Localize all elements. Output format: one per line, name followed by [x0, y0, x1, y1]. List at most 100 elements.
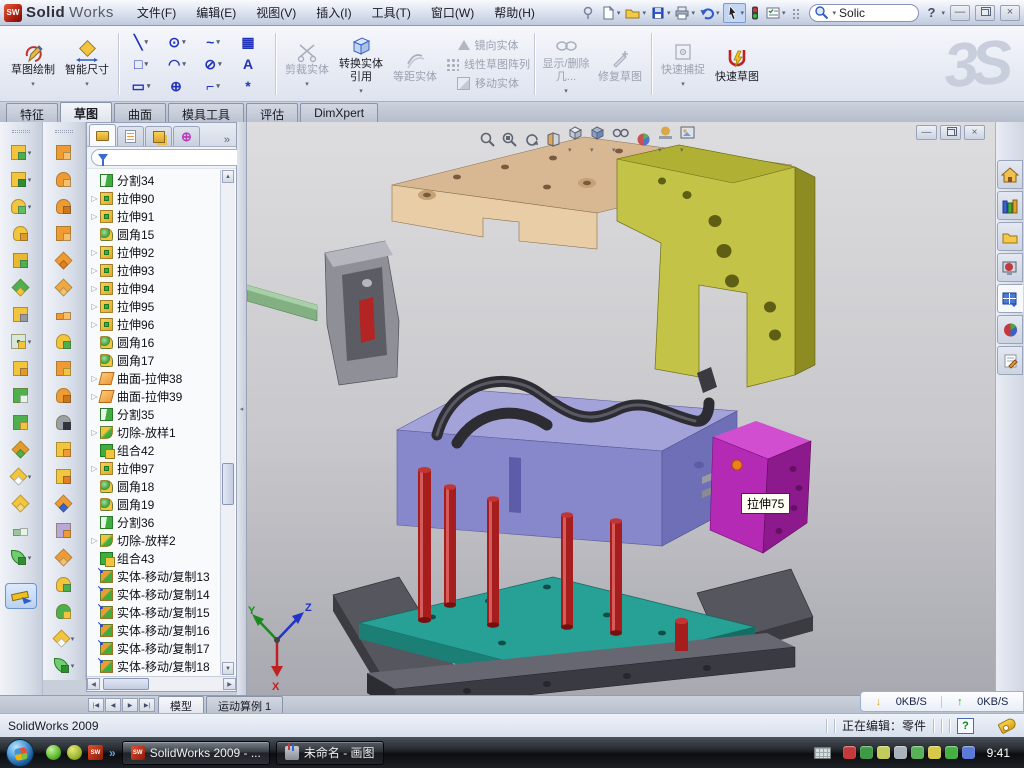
- toolbar-button[interactable]: [56, 469, 73, 484]
- search-box[interactable]: ▾ Solic: [809, 4, 919, 22]
- pin-icon[interactable]: [579, 3, 597, 23]
- menu-item[interactable]: 编辑(E): [187, 1, 245, 24]
- quick-launch-chevron[interactable]: »: [109, 746, 116, 760]
- appearances-tab[interactable]: [997, 315, 1023, 344]
- print-button[interactable]: ▾: [673, 3, 696, 23]
- trim-entities-button[interactable]: 剪裁实体 ▾: [280, 37, 334, 91]
- scroll-right-icon[interactable]: ▶: [223, 678, 236, 690]
- menu-item[interactable]: 插入(I): [307, 1, 360, 24]
- feature-tree-item[interactable]: 圆角18: [89, 477, 220, 495]
- toolbar-button[interactable]: [56, 604, 73, 619]
- sketch-entity-button[interactable]: ⊙▾: [159, 31, 195, 53]
- dimxpertmanager-tab[interactable]: ⊕: [173, 126, 200, 146]
- graphics-viewport[interactable]: Y Z X ▾ ▾ ▾ ▾ ▾ — ×: [247, 122, 995, 695]
- expand-arrow-icon[interactable]: [89, 464, 100, 473]
- toolbar-button[interactable]: [13, 253, 30, 268]
- save-button[interactable]: ▾: [649, 3, 672, 23]
- rapid-sketch-button[interactable]: 快速草图: [710, 44, 764, 84]
- repair-sketch-button[interactable]: 修复草图: [593, 44, 647, 84]
- sketch-entity-button[interactable]: ⊕: [159, 75, 195, 97]
- tab-nav-button[interactable]: ◀: [105, 698, 121, 712]
- linear-sketch-pattern-button[interactable]: 线性草图阵列: [446, 56, 530, 72]
- tree-horizontal-scrollbar[interactable]: ◀ ▶: [87, 676, 236, 691]
- toolbar-button[interactable]: [13, 523, 30, 538]
- filter-box[interactable]: [91, 149, 261, 166]
- toolbar-button[interactable]: ▾: [54, 631, 75, 646]
- feature-tree-item[interactable]: 拉伸90: [89, 189, 220, 207]
- toolbar-button[interactable]: [13, 442, 30, 457]
- panel-splitter[interactable]: ◂: [237, 122, 247, 695]
- tab-nav-button[interactable]: ▶: [122, 698, 138, 712]
- security-suite-icon[interactable]: [67, 745, 82, 760]
- feature-tree-item[interactable]: 切除-放样1: [89, 423, 220, 441]
- toolbar-button[interactable]: [56, 415, 73, 430]
- expand-arrow-icon[interactable]: [89, 194, 100, 203]
- sketch-entity-button[interactable]: *: [231, 75, 267, 97]
- toolbar-grip[interactable]: [55, 130, 73, 133]
- command-tab[interactable]: 曲面: [114, 103, 166, 122]
- feature-tree-item[interactable]: 圆角16: [89, 333, 220, 351]
- toolbar-button[interactable]: ▾: [11, 199, 32, 214]
- sketch-entity-button[interactable]: ╲▾: [123, 31, 159, 53]
- tray-icon[interactable]: [945, 746, 958, 759]
- view-palette-tab[interactable]: [997, 284, 1023, 313]
- toolbar-button[interactable]: [56, 280, 73, 295]
- toolbar-button[interactable]: [56, 577, 73, 592]
- taskbar-clock[interactable]: 9:41: [987, 746, 1010, 760]
- command-tab[interactable]: 草图: [60, 102, 112, 122]
- featuremanager-tab[interactable]: [89, 124, 116, 146]
- feature-tree-item[interactable]: 切除-放样2: [89, 531, 220, 549]
- scroll-up-icon[interactable]: ▲: [222, 170, 234, 183]
- feature-tree-item[interactable]: 实体-移动/复制17: [89, 639, 220, 657]
- taskbar-button-paint[interactable]: 未命名 - 画图: [276, 741, 384, 765]
- scroll-thumb[interactable]: [222, 463, 234, 505]
- sketch-entity-button[interactable]: □▾: [123, 53, 159, 75]
- search-input[interactable]: Solic: [839, 6, 865, 20]
- feature-tree-item[interactable]: 拉伸96: [89, 315, 220, 333]
- toolbar-button[interactable]: ▾: [11, 550, 32, 565]
- configurationmanager-tab[interactable]: [145, 126, 172, 146]
- move-entities-button[interactable]: 移动实体: [457, 75, 519, 91]
- toolbar-button[interactable]: [13, 307, 30, 322]
- edit-appearance-icon[interactable]: [635, 131, 652, 148]
- expand-arrow-icon[interactable]: [89, 212, 100, 221]
- expand-arrow-icon[interactable]: [89, 302, 100, 311]
- toolbar-button[interactable]: [56, 145, 73, 160]
- smart-dimension-button[interactable]: 智能尺寸 ▾: [60, 37, 114, 91]
- help-button[interactable]: ?: [925, 5, 939, 20]
- messenger-icon[interactable]: [46, 745, 61, 760]
- toolbar-button[interactable]: ▾: [11, 469, 32, 484]
- toolbar-button[interactable]: [56, 334, 73, 349]
- tab-nav-button[interactable]: |◀: [88, 698, 104, 712]
- expand-arrow-icon[interactable]: [89, 284, 100, 293]
- feature-tree-item[interactable]: 圆角19: [89, 495, 220, 513]
- display-delete-relations-button[interactable]: 显示/删除几... ▾: [539, 31, 593, 98]
- feature-tree-item[interactable]: 实体-移动/复制14: [89, 585, 220, 603]
- hide-show-items-icon[interactable]: ▾: [611, 124, 630, 155]
- toolbar-button[interactable]: [56, 361, 73, 376]
- select-button[interactable]: ▾: [723, 3, 747, 23]
- sketch-entity-button[interactable]: A: [231, 53, 267, 75]
- sketch-entity-button[interactable]: ▦: [231, 31, 267, 53]
- taskbar-button-solidworks[interactable]: SW SolidWorks 2009 - ...: [122, 741, 270, 765]
- model-tab[interactable]: 模型: [158, 696, 204, 713]
- tag-icon[interactable]: [997, 717, 1017, 735]
- toolbar-button[interactable]: ▾: [11, 172, 32, 187]
- toolbar-button[interactable]: [56, 172, 73, 187]
- selection-filter-icon[interactable]: [748, 3, 762, 23]
- side-insert-part[interactable]: [710, 421, 811, 553]
- tray-icon[interactable]: [962, 746, 975, 759]
- close-button[interactable]: ×: [1000, 5, 1020, 21]
- offset-entities-button[interactable]: 等距实体: [388, 44, 442, 84]
- options-button[interactable]: ▾: [764, 3, 787, 23]
- command-tab[interactable]: 特征: [6, 103, 58, 122]
- feature-tree-item[interactable]: 实体-移动/复制18: [89, 657, 220, 675]
- previous-view-icon[interactable]: [523, 131, 540, 148]
- expand-arrow-icon[interactable]: [89, 320, 100, 329]
- toolbar-button[interactable]: [56, 226, 73, 241]
- menu-item[interactable]: 窗口(W): [422, 1, 483, 24]
- doc-close-button[interactable]: ×: [964, 125, 985, 140]
- expand-arrow-icon[interactable]: [89, 266, 100, 275]
- feature-tree-item[interactable]: 组合43: [89, 549, 220, 567]
- file-explorer-tab[interactable]: [997, 222, 1023, 251]
